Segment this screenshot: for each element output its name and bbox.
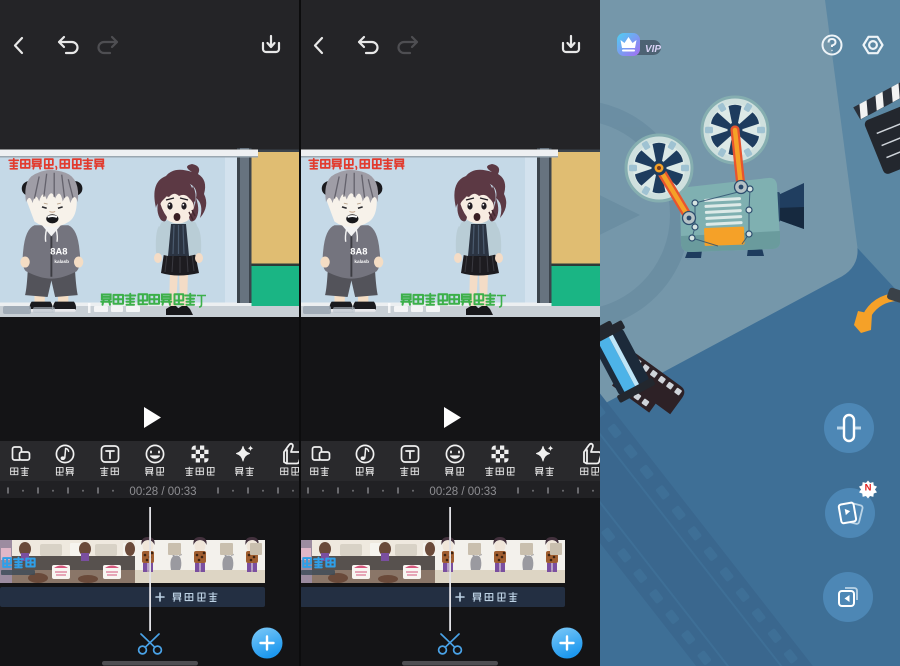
svg-text:N: N — [865, 482, 872, 493]
svg-text:VIP: VIP — [645, 44, 661, 55]
